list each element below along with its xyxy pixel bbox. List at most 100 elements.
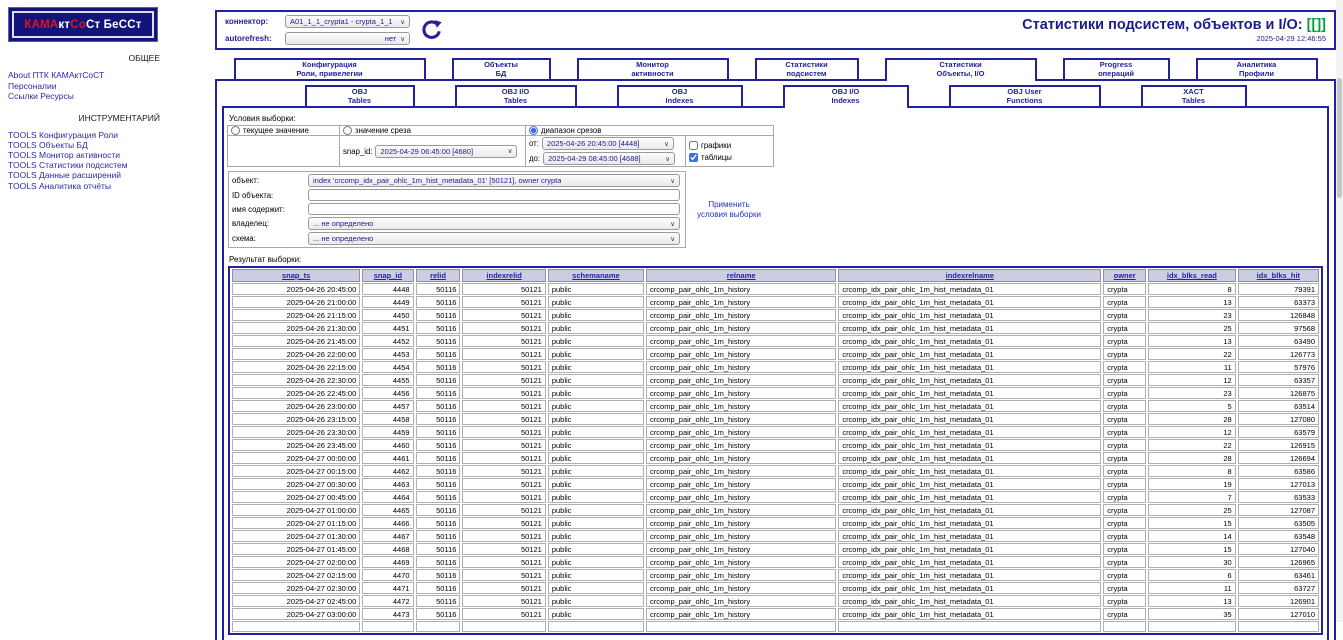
column-header-snap_ts[interactable]: snap_ts <box>232 269 360 282</box>
column-header-relid[interactable]: relid <box>416 269 461 282</box>
table-cell: 50121 <box>462 595 545 607</box>
table-cell: crypta <box>1103 361 1146 373</box>
table-cell: 2025-04-26 21:45:00 <box>232 335 360 347</box>
column-header-snap_id[interactable]: snap_id <box>362 269 413 282</box>
table-row: 2025-04-26 23:15:0044585011650121publicc… <box>232 413 1319 425</box>
table-cell: 12 <box>1148 374 1236 386</box>
table-cell: 4456 <box>362 387 413 399</box>
sidebar-link-tool-1[interactable]: TOOLS Объекты БД <box>8 140 215 150</box>
object-id-label: ID объекта: <box>232 191 308 200</box>
snap-id-select[interactable]: 2025-04-29 06:45:00 [4680] ∨ <box>375 145 517 158</box>
sidebar-link-tool-4[interactable]: TOOLS Данные расширений <box>8 170 215 180</box>
tab-config-roles[interactable]: КонфигурацияРоли, привелегии <box>234 58 426 79</box>
table-cell: public <box>548 335 644 347</box>
autorefresh-select[interactable]: нет ∨ <box>285 32 410 45</box>
table-cell: crcomp_pair_ohlc_1m_history <box>646 608 836 620</box>
table-row: 2025-04-26 23:45:0044605011650121publicc… <box>232 439 1319 451</box>
table-cell: crcomp_idx_pair_ohlc_1m_hist_metadata_01 <box>838 569 1101 581</box>
radio-slice-input[interactable] <box>343 126 352 135</box>
tab-obj-user-functions[interactable]: OBJ UserFunctions <box>949 85 1101 106</box>
tab-obj-io-tables[interactable]: OBJ I/OTables <box>455 85 577 106</box>
table-cell: crcomp_pair_ohlc_1m_history <box>646 465 836 477</box>
table-cell <box>548 621 644 632</box>
table-cell: crcomp_idx_pair_ohlc_1m_hist_metadata_01 <box>838 296 1101 308</box>
sidebar-link-tool-5[interactable]: TOOLS Аналитика отчёты <box>8 181 215 191</box>
table-cell: 2025-04-26 23:30:00 <box>232 426 360 438</box>
sidebar-link-tool-3[interactable]: TOOLS Статистики подсистем <box>8 160 215 170</box>
table-cell: public <box>548 530 644 542</box>
table-cell: 50121 <box>462 465 545 477</box>
table-cell: crypta <box>1103 556 1146 568</box>
table-cell: public <box>548 283 644 295</box>
sidebar-link-tool-0[interactable]: TOOLS Конфигурация Роли <box>8 130 215 140</box>
table-cell: crcomp_idx_pair_ohlc_1m_hist_metadata_01 <box>838 309 1101 321</box>
table-cell: 126901 <box>1238 595 1319 607</box>
table-cell: public <box>548 491 644 503</box>
column-header-indexrelid[interactable]: indexrelid <box>462 269 545 282</box>
object-id-input[interactable] <box>308 189 680 201</box>
sidebar-link-general-0[interactable]: About ПТК КАМАктСоСТ <box>8 70 215 81</box>
tab-xact-tables[interactable]: XACTTables <box>1141 85 1247 106</box>
table-cell: 50116 <box>416 322 461 334</box>
sidebar-link-general-2[interactable]: Ссылки Ресурсы <box>8 91 215 102</box>
table-cell: 126848 <box>1238 309 1319 321</box>
result-table: snap_tssnap_idrelidindexrelidschemanamer… <box>228 266 1323 635</box>
table-cell: public <box>548 465 644 477</box>
tab-activity-monitor[interactable]: Мониторактивности <box>577 58 729 79</box>
table-cell: 13 <box>1148 595 1236 607</box>
radio-range-input[interactable] <box>529 126 538 135</box>
table-cell: crcomp_idx_pair_ohlc_1m_hist_metadata_01 <box>838 608 1101 620</box>
check-graphs[interactable]: графики <box>689 141 770 150</box>
table-cell: 19 <box>1148 478 1236 490</box>
tab-obj-io-indexes[interactable]: OBJ I/OIndexes <box>783 85 909 108</box>
table-cell: crcomp_idx_pair_ohlc_1m_hist_metadata_01 <box>838 413 1101 425</box>
chevron-down-icon: ∨ <box>660 140 669 148</box>
schema-select[interactable]: ... не определено ∨ <box>308 232 680 245</box>
table-cell: 13 <box>1148 296 1236 308</box>
tab-analytics-profiles[interactable]: АналитикаПрофили <box>1196 58 1318 79</box>
name-contains-input[interactable] <box>308 203 680 215</box>
table-cell: 127040 <box>1238 543 1319 555</box>
tab-obj-indexes[interactable]: OBJIndexes <box>617 85 743 106</box>
column-header-idx_blks_hit[interactable]: idx_blks_hit <box>1238 269 1319 282</box>
tab-db-objects[interactable]: ОбъектыБД <box>452 58 551 79</box>
column-header-schemaname[interactable]: schemaname <box>548 269 644 282</box>
table-cell: 2025-04-27 00:00:00 <box>232 452 360 464</box>
table-cell: crcomp_pair_ohlc_1m_history <box>646 517 836 529</box>
object-select[interactable]: index 'crcomp_idx_pair_ohlc_1m_hist_meta… <box>308 174 680 187</box>
tab-subsystem-stats[interactable]: Статистикиподсистем <box>755 58 859 79</box>
table-cell: public <box>548 400 644 412</box>
column-header-owner[interactable]: owner <box>1103 269 1146 282</box>
table-cell <box>232 621 360 632</box>
table-cell: 4455 <box>362 374 413 386</box>
range-from-select[interactable]: 2025-04-26 20:45:00 [4448] ∨ <box>542 137 674 150</box>
page-scrollbar[interactable] <box>1336 0 1343 622</box>
check-tables-input[interactable] <box>689 153 698 162</box>
sidebar-link-tool-2[interactable]: TOOLS Монитор активности <box>8 150 215 160</box>
tab-obj-tables[interactable]: OBJTables <box>305 85 415 106</box>
table-cell: crypta <box>1103 569 1146 581</box>
radio-current-input[interactable] <box>231 126 240 135</box>
column-header-indexrelname[interactable]: indexrelname <box>838 269 1101 282</box>
column-header-idx_blks_read[interactable]: idx_blks_read <box>1148 269 1236 282</box>
apply-filter-link[interactable]: Применить условия выборки <box>696 200 762 219</box>
check-graphs-input[interactable] <box>689 141 698 150</box>
app-logo[interactable]: КАМАктСоСт БеССт <box>8 7 158 42</box>
tab-progress-ops[interactable]: Progressопераций <box>1063 58 1170 79</box>
owner-select[interactable]: ... не определено ∨ <box>308 217 680 230</box>
connector-select[interactable]: A01_1_1_crypta1 - crypta_1_1 ∨ <box>285 15 410 28</box>
table-row: 2025-04-27 01:30:0044675011650121publicc… <box>232 530 1319 542</box>
check-tables[interactable]: таблицы <box>689 153 770 162</box>
column-header-relname[interactable]: relname <box>646 269 836 282</box>
sidebar-link-general-1[interactable]: Персоналии <box>8 81 215 92</box>
tab-row-sub: OBJTables OBJ I/OTables OBJIndexes OBJ I/OI… <box>217 85 1334 106</box>
tab-object-io-stats[interactable]: СтатистикиОбъекты, I/O <box>885 58 1037 81</box>
refresh-icon[interactable] <box>420 19 443 42</box>
table-row: 2025-04-27 01:15:0044665011650121publicc… <box>232 517 1319 529</box>
page-timestamp: 2025-04-29 12:46:55 <box>1022 34 1326 43</box>
table-cell: 50121 <box>462 335 545 347</box>
result-title: Результат выборки: <box>229 255 1323 264</box>
range-to-select[interactable]: 2025-04-29 08:45:00 [4688] ∨ <box>543 152 675 165</box>
scrollbar-thumb[interactable] <box>1337 78 1342 198</box>
table-cell: crcomp_pair_ohlc_1m_history <box>646 387 836 399</box>
